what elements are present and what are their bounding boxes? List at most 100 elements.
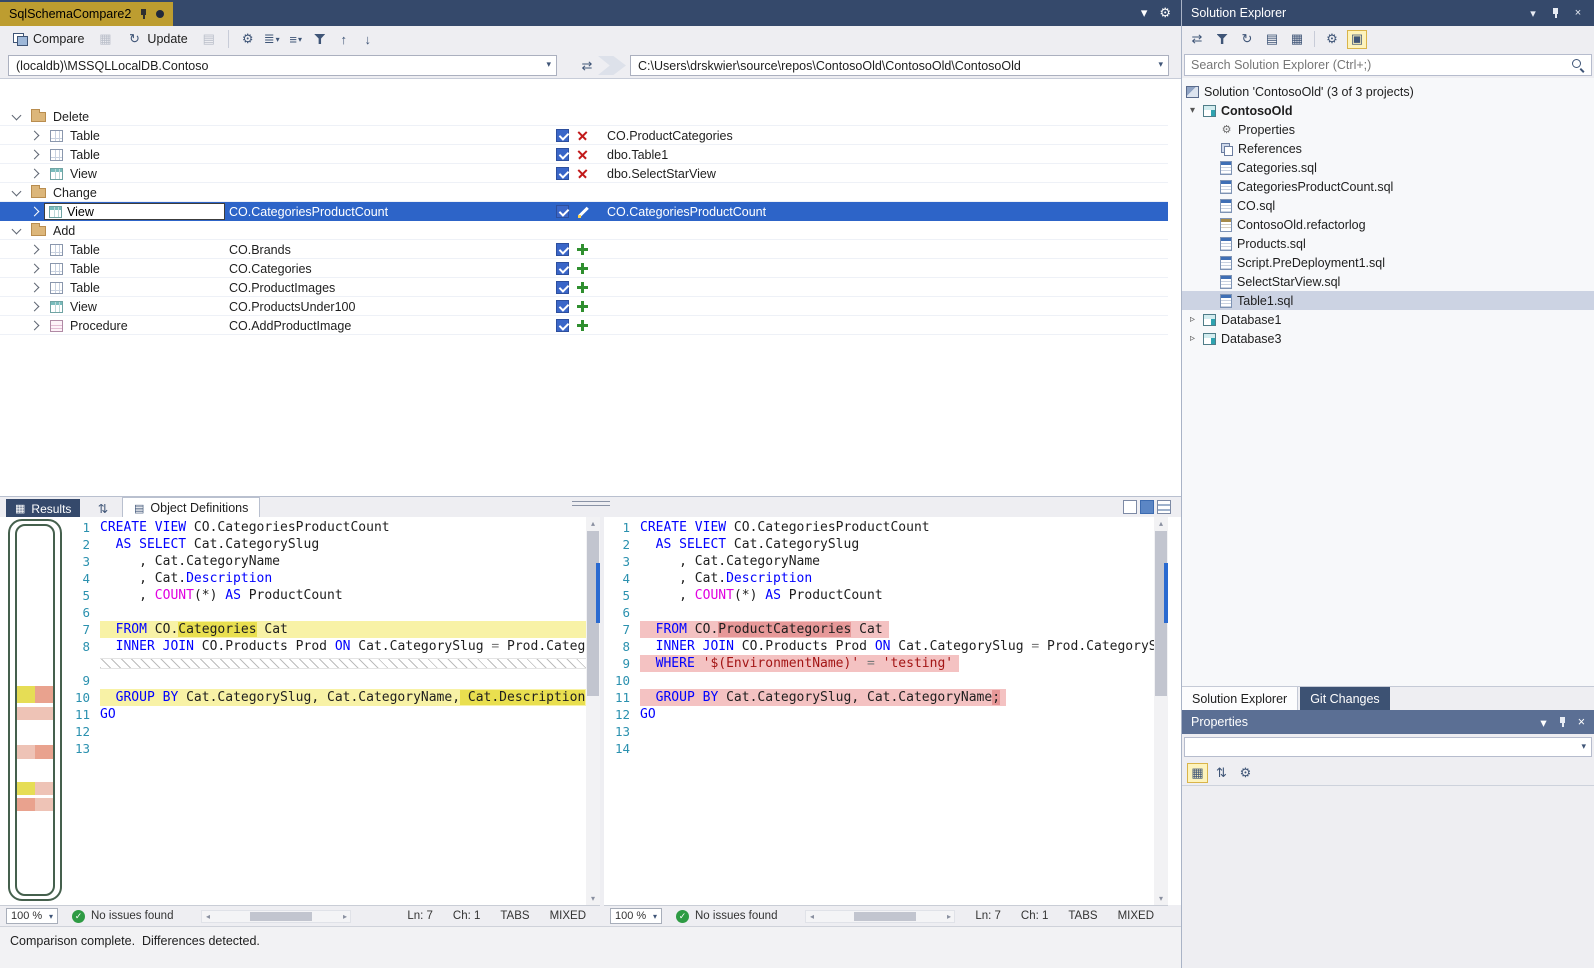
- tree-item-properties[interactable]: ⚙Properties: [1182, 120, 1594, 139]
- compare-button[interactable]: Compare: [8, 30, 89, 48]
- row-expander[interactable]: [31, 240, 38, 259]
- target-definition-pane[interactable]: 1CREATE VIEW CO.CategoriesProductCount2 …: [604, 517, 1168, 905]
- tab-solution-explorer[interactable]: Solution Explorer: [1182, 687, 1298, 710]
- properties-header[interactable]: Properties ▾ ×: [1182, 710, 1594, 734]
- target-vertical-scrollbar[interactable]: ▴ ▾: [1154, 517, 1168, 905]
- include-checkbox[interactable]: [556, 167, 569, 180]
- pending-changes-filter-icon[interactable]: [1212, 30, 1232, 49]
- tree-item-table1-sql[interactable]: Table1.sql: [1182, 291, 1594, 310]
- expander-icon[interactable]: [30, 150, 40, 160]
- alphabetical-icon[interactable]: ⇅: [1211, 763, 1232, 783]
- target-connection-combobox[interactable]: C:\Users\drskwier\source\repos\ContosoOl…: [630, 55, 1169, 76]
- search-solution-explorer-input[interactable]: Search Solution Explorer (Ctrl+;): [1184, 54, 1592, 76]
- categorized-icon[interactable]: ▦: [1187, 763, 1208, 783]
- properties-object-combobox[interactable]: ▾: [1184, 737, 1592, 757]
- sort-results-button[interactable]: ⇅: [92, 499, 114, 518]
- scroll-left-icon[interactable]: ◂: [202, 911, 213, 922]
- source-vertical-scrollbar[interactable]: ▴ ▾: [586, 517, 600, 905]
- expander-icon[interactable]: [30, 321, 40, 331]
- expander-icon[interactable]: [30, 245, 40, 255]
- scroll-right-icon[interactable]: ▸: [943, 911, 954, 922]
- tab-git-changes[interactable]: Git Changes: [1300, 687, 1389, 710]
- expander-icon[interactable]: [30, 302, 40, 312]
- tree-item-categoriesproductcount-sql[interactable]: CategoriesProductCount.sql: [1182, 177, 1594, 196]
- compare-row[interactable]: TableCO.Categories: [0, 259, 1168, 278]
- expander-icon[interactable]: [30, 131, 40, 141]
- target-horizontal-scrollbar[interactable]: ◂ ▸: [805, 910, 955, 923]
- expander-icon[interactable]: [30, 207, 40, 217]
- row-expander[interactable]: [31, 297, 38, 316]
- tree-item-database1[interactable]: ▹Database1: [1182, 310, 1594, 329]
- row-expander[interactable]: [31, 202, 38, 221]
- tree-item-solution-contosoold-3-of-3-projects[interactable]: Solution 'ContosoOld' (3 of 3 projects): [1182, 82, 1594, 101]
- close-icon[interactable]: ×: [1578, 715, 1585, 729]
- update-button[interactable]: ↻ Update: [121, 29, 192, 49]
- include-checkbox[interactable]: [556, 129, 569, 142]
- properties-gear-icon[interactable]: ⚙: [1322, 30, 1342, 49]
- tree-expander-icon[interactable]: ▹: [1187, 314, 1198, 325]
- window-options-gear-icon[interactable]: ⚙: [1159, 5, 1171, 21]
- pane-layout-inline-button[interactable]: [1157, 500, 1171, 514]
- group-results-icon[interactable]: ≣▾: [264, 31, 280, 47]
- row-expander[interactable]: [31, 164, 38, 183]
- tree-item-script-predeployment1-sql[interactable]: Script.PreDeployment1.sql: [1182, 253, 1594, 272]
- row-expander[interactable]: [31, 316, 38, 335]
- pane-layout-single-button[interactable]: [1123, 500, 1137, 514]
- row-expander[interactable]: [31, 126, 38, 145]
- window-position-chevron-icon[interactable]: ▾: [1540, 715, 1546, 730]
- include-cell[interactable]: [556, 202, 569, 221]
- close-icon[interactable]: ×: [1571, 6, 1585, 20]
- scroll-down-icon[interactable]: ▾: [1154, 892, 1168, 905]
- solution-explorer-header[interactable]: Solution Explorer ▾ ×: [1182, 0, 1594, 26]
- scroll-up-icon[interactable]: ▴: [586, 517, 600, 530]
- scrollbar-thumb[interactable]: [250, 912, 312, 921]
- tree-expander-icon[interactable]: ▾: [1187, 105, 1198, 116]
- switch-source-target-button[interactable]: ⇄: [576, 56, 598, 76]
- compare-row[interactable]: TableCO.ProductCategories: [0, 126, 1168, 145]
- pin-icon[interactable]: [1557, 716, 1568, 729]
- scroll-left-icon[interactable]: ◂: [806, 911, 817, 922]
- expander-icon[interactable]: [12, 186, 22, 196]
- compare-row[interactable]: Tabledbo.Table1: [0, 145, 1168, 164]
- target-code[interactable]: 1CREATE VIEW CO.CategoriesProductCount2 …: [604, 517, 1154, 905]
- compare-row[interactable]: TableCO.Brands: [0, 240, 1168, 259]
- tree-item-database3[interactable]: ▹Database3: [1182, 329, 1594, 348]
- results-tab[interactable]: ▦ Results: [6, 499, 80, 518]
- row-expander[interactable]: [31, 278, 38, 297]
- compare-row[interactable]: ProcedureCO.AddProductImage: [0, 316, 1168, 335]
- include-checkbox[interactable]: [556, 205, 569, 218]
- show-all-files-icon[interactable]: ▦: [1287, 30, 1307, 49]
- include-cell[interactable]: [556, 164, 569, 183]
- include-checkbox[interactable]: [556, 281, 569, 294]
- object-definitions-tab[interactable]: ▤ Object Definitions: [122, 497, 260, 518]
- include-cell[interactable]: [556, 145, 569, 164]
- include-cell[interactable]: [556, 240, 569, 259]
- include-checkbox[interactable]: [556, 262, 569, 275]
- search-icon[interactable]: [1571, 58, 1585, 72]
- compare-group-header[interactable]: Change: [0, 183, 1168, 202]
- previous-difference-button[interactable]: ↑: [336, 31, 352, 47]
- pin-icon[interactable]: [138, 8, 149, 21]
- group-expander[interactable]: [13, 107, 20, 126]
- source-connection-combobox[interactable]: (localdb)\MSSQLLocalDB.Contoso ▾: [8, 55, 557, 76]
- window-list-chevron-icon[interactable]: ▾: [1141, 5, 1148, 21]
- scroll-down-icon[interactable]: ▾: [586, 892, 600, 905]
- scroll-right-icon[interactable]: ▸: [339, 911, 350, 922]
- include-checkbox[interactable]: [556, 148, 569, 161]
- include-checkbox[interactable]: [556, 300, 569, 313]
- refresh-icon[interactable]: ↻: [1237, 30, 1257, 49]
- include-cell[interactable]: [556, 259, 569, 278]
- compare-row[interactable]: TableCO.ProductImages: [0, 278, 1168, 297]
- group-expander[interactable]: [13, 221, 20, 240]
- expander-icon[interactable]: [30, 264, 40, 274]
- property-pages-icon[interactable]: ⚙: [1235, 763, 1256, 783]
- row-expander[interactable]: [31, 145, 38, 164]
- expander-icon[interactable]: [30, 169, 40, 179]
- source-code[interactable]: 1CREATE VIEW CO.CategoriesProductCount2 …: [64, 517, 586, 905]
- pin-icon[interactable]: [1550, 7, 1561, 20]
- compare-row[interactable]: ViewCO.ProductsUnder100: [0, 297, 1168, 316]
- compare-group-header[interactable]: Add: [0, 221, 1168, 240]
- tree-expander-icon[interactable]: ▹: [1187, 333, 1198, 344]
- object-type-cell[interactable]: View: [44, 203, 225, 220]
- tree-item-co-sql[interactable]: CO.sql: [1182, 196, 1594, 215]
